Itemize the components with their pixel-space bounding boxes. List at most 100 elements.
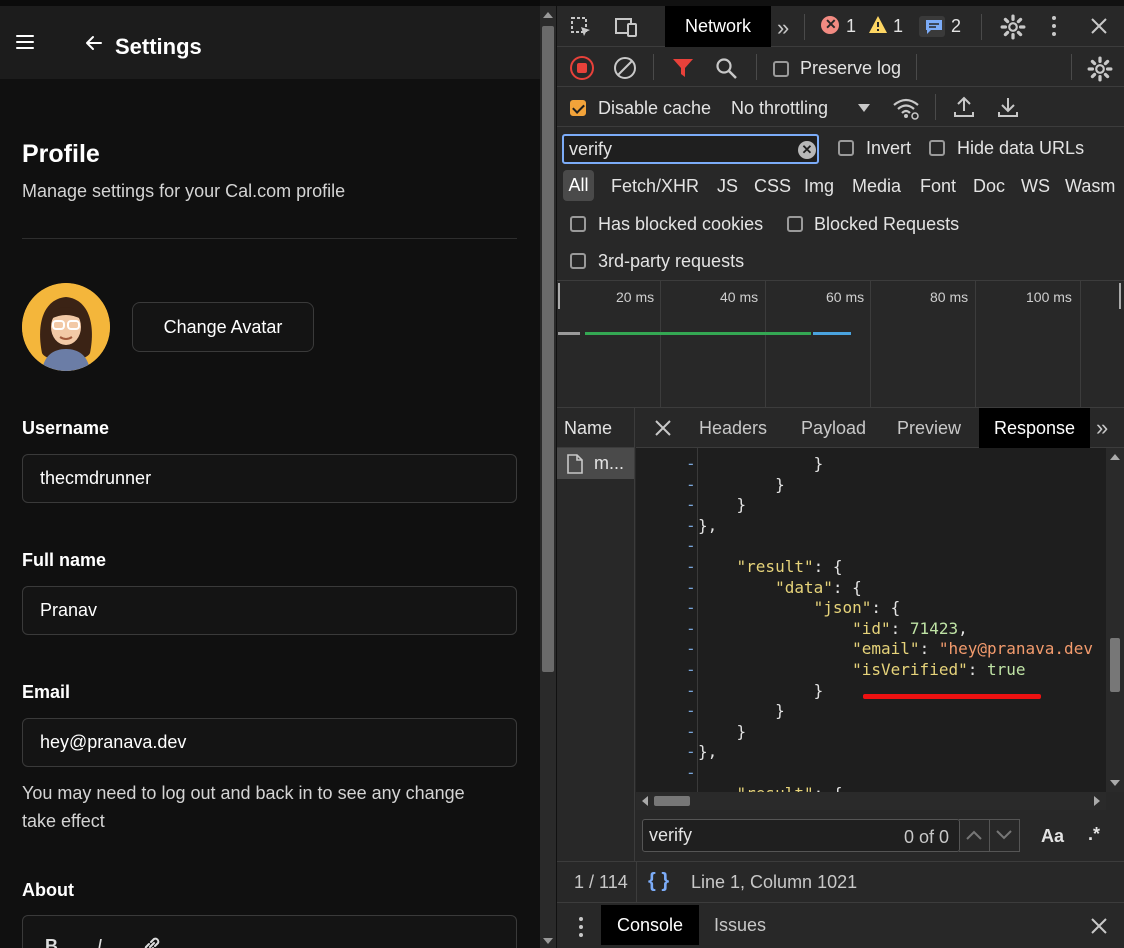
regex-button[interactable]: .* <box>1088 824 1100 845</box>
network-settings-gear-icon[interactable] <box>1087 56 1113 82</box>
record-stop-icon[interactable] <box>570 56 594 80</box>
back-arrow-icon[interactable] <box>84 33 104 53</box>
filter-row: verify ✕ Invert Hide data URLs <box>557 127 1124 165</box>
filter-icon[interactable] <box>672 58 694 78</box>
scrollbar-thumb[interactable] <box>542 26 554 672</box>
import-har-icon[interactable] <box>953 95 975 119</box>
scroll-right-arrow[interactable] <box>1094 796 1100 806</box>
invert-checkbox[interactable] <box>838 140 854 156</box>
throttling-select[interactable]: No throttling <box>731 98 828 119</box>
drawer-menu-icon[interactable] <box>579 917 583 937</box>
tab-preview[interactable]: Preview <box>897 408 961 448</box>
page-scrollbar[interactable] <box>540 6 556 948</box>
about-editor[interactable]: B I <box>22 915 517 948</box>
code-line: - "email": "hey@pranava.dev <box>636 639 1093 660</box>
type-filter-img[interactable]: Img <box>804 176 834 197</box>
settings-gear-icon[interactable] <box>1000 14 1026 40</box>
chevron-down-icon[interactable] <box>858 104 870 112</box>
blocked-requests-checkbox[interactable] <box>787 216 803 232</box>
type-filter-doc[interactable]: Doc <box>973 176 1005 197</box>
message-icon[interactable] <box>925 19 943 35</box>
type-filter-media[interactable]: Media <box>852 176 901 197</box>
request-row[interactable]: m... <box>557 448 634 479</box>
next-match-icon[interactable] <box>995 828 1013 842</box>
close-drawer-icon[interactable] <box>1090 917 1108 935</box>
scroll-down-arrow[interactable] <box>1110 780 1120 786</box>
tab-network[interactable]: Network <box>665 6 771 47</box>
message-count[interactable]: 2 <box>951 16 961 37</box>
scroll-up-arrow[interactable] <box>1110 454 1120 460</box>
warning-icon[interactable] <box>868 15 888 35</box>
export-har-icon[interactable] <box>997 95 1019 119</box>
scroll-left-arrow[interactable] <box>642 796 648 806</box>
error-x-glyph: ✕ <box>825 16 837 32</box>
more-detail-tabs-chevron-icon[interactable]: » <box>1096 415 1108 441</box>
has-blocked-cookies-label[interactable]: Has blocked cookies <box>598 214 763 235</box>
filter-input[interactable]: verify <box>562 134 819 164</box>
hide-data-urls-label[interactable]: Hide data URLs <box>957 138 1084 159</box>
top-bar: Settings <box>0 0 540 79</box>
scroll-up-arrow[interactable] <box>543 12 553 18</box>
pretty-print-icon[interactable]: { } <box>648 870 669 893</box>
menu-icon[interactable] <box>16 35 34 49</box>
device-toolbar-icon[interactable] <box>613 15 639 39</box>
close-devtools-icon[interactable] <box>1090 17 1108 35</box>
scroll-down-arrow[interactable] <box>543 938 553 944</box>
italic-button[interactable]: I <box>97 936 102 948</box>
username-label: Username <box>22 418 110 438</box>
previous-match-icon[interactable] <box>965 828 983 842</box>
invert-label[interactable]: Invert <box>866 138 911 159</box>
type-filter-css[interactable]: CSS <box>754 176 791 197</box>
close-detail-icon[interactable] <box>655 420 671 436</box>
response-vertical-scrollbar[interactable] <box>1106 448 1124 792</box>
type-filter-wasm[interactable]: Wasm <box>1065 176 1115 197</box>
scrollbar-thumb[interactable] <box>1110 638 1120 692</box>
tab-headers[interactable]: Headers <box>699 408 767 448</box>
response-horizontal-scrollbar[interactable] <box>636 792 1106 810</box>
tab-payload[interactable]: Payload <box>801 408 866 448</box>
type-filter-ws[interactable]: WS <box>1021 176 1050 197</box>
blocked-requests-label[interactable]: Blocked Requests <box>814 214 959 235</box>
match-case-button[interactable]: Aa <box>1041 826 1064 847</box>
clear-log-icon[interactable] <box>613 56 637 80</box>
type-filter-fetch[interactable]: Fetch/XHR <box>611 176 699 197</box>
preserve-log-checkbox[interactable] <box>773 61 789 77</box>
scrollbar-thumb[interactable] <box>654 796 690 806</box>
disable-cache-checkbox[interactable] <box>570 100 586 116</box>
error-count[interactable]: 1 <box>846 16 856 37</box>
tab-issues[interactable]: Issues <box>714 915 766 936</box>
third-party-label[interactable]: 3rd-party requests <box>598 251 744 272</box>
tab-response[interactable]: Response <box>979 408 1091 448</box>
email-field[interactable]: hey@pranava.dev <box>22 718 517 767</box>
timeline-right-handle[interactable] <box>1119 283 1121 309</box>
link-icon[interactable] <box>141 934 163 948</box>
hide-data-urls-checkbox[interactable] <box>929 140 945 156</box>
warning-count[interactable]: 1 <box>893 16 903 37</box>
request-count: 1 / 114 <box>574 872 628 892</box>
email-hint: You may need to log out and back in to s… <box>22 783 465 831</box>
response-body[interactable]: - } - } - } -}, - - "result": {- "data": {- "… <box>636 448 1106 792</box>
network-conditions-wifi-icon[interactable] <box>892 96 920 120</box>
network-timeline[interactable]: 20 ms 40 ms 60 ms 80 ms 100 ms <box>557 281 1124 408</box>
name-column-header[interactable]: Name <box>557 408 634 448</box>
search-icon[interactable] <box>715 57 739 81</box>
type-filter-font[interactable]: Font <box>920 176 956 197</box>
disable-cache-label[interactable]: Disable cache <box>598 98 711 119</box>
bold-button[interactable]: B <box>45 936 58 948</box>
type-filter-js[interactable]: JS <box>717 176 738 197</box>
preserve-log-label[interactable]: Preserve log <box>800 58 901 79</box>
code-text: } <box>698 701 785 721</box>
username-field[interactable]: thecmdrunner <box>22 454 517 503</box>
type-filter-all[interactable]: All <box>563 170 594 201</box>
timeline-left-handle[interactable] <box>558 283 560 309</box>
more-tabs-chevron-icon[interactable]: » <box>777 15 789 41</box>
diff-marker: - <box>686 536 696 556</box>
tab-console[interactable]: Console <box>601 905 699 945</box>
third-party-checkbox[interactable] <box>570 253 586 269</box>
fullname-field[interactable]: Pranav <box>22 586 517 635</box>
change-avatar-button[interactable]: Change Avatar <box>132 302 314 352</box>
more-options-icon[interactable] <box>1052 16 1056 36</box>
clear-filter-icon[interactable]: ✕ <box>798 141 816 159</box>
inspect-element-icon[interactable] <box>569 15 593 39</box>
has-blocked-cookies-checkbox[interactable] <box>570 216 586 232</box>
